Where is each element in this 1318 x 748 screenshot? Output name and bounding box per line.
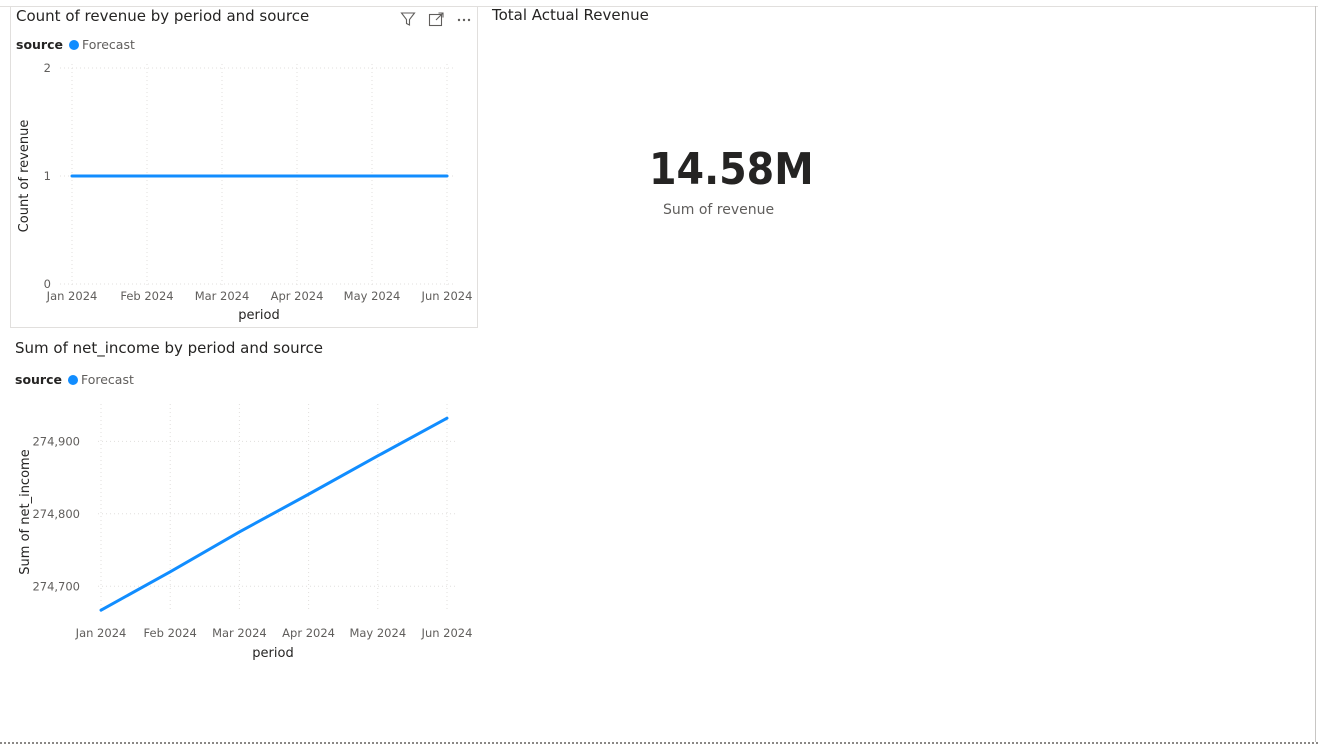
net-income-plot: 274,700 274,800 274,900 Jan 2024 Feb 2024 Mar… bbox=[18, 404, 473, 661]
x-axis-title: period bbox=[252, 646, 293, 661]
x-tick-label: Jun 2024 bbox=[421, 626, 473, 640]
chart-legend: source Forecast bbox=[15, 372, 134, 387]
report-canvas-edge bbox=[1315, 6, 1316, 742]
x-tick-label: Jan 2024 bbox=[46, 289, 98, 303]
data-point[interactable] bbox=[304, 489, 314, 499]
legend-title: source bbox=[15, 372, 62, 387]
data-point[interactable] bbox=[142, 171, 152, 181]
chart-title: Sum of net_income by period and source bbox=[15, 339, 323, 357]
x-tick-label: Apr 2024 bbox=[271, 289, 324, 303]
y-tick-label: 2 bbox=[44, 61, 51, 75]
y-tick-label: 274,800 bbox=[32, 507, 80, 521]
legend-item-forecast[interactable]: Forecast bbox=[81, 372, 134, 387]
series-line-forecast[interactable] bbox=[99, 416, 449, 612]
x-tick-label: May 2024 bbox=[349, 626, 406, 640]
x-tick-label: Apr 2024 bbox=[282, 626, 335, 640]
x-tick-label: Mar 2024 bbox=[195, 289, 250, 303]
data-point[interactable] bbox=[96, 605, 106, 615]
data-point[interactable] bbox=[367, 171, 377, 181]
data-point[interactable] bbox=[217, 171, 227, 181]
visual-header bbox=[399, 10, 473, 28]
y-tick-label: 274,700 bbox=[32, 579, 80, 593]
y-tick-label: 274,900 bbox=[32, 434, 80, 448]
x-tick-label: Feb 2024 bbox=[120, 289, 173, 303]
data-point[interactable] bbox=[442, 171, 452, 181]
x-tick-label: Jan 2024 bbox=[75, 626, 127, 640]
x-tick-label: May 2024 bbox=[344, 289, 401, 303]
y-tick-label: 1 bbox=[44, 169, 51, 183]
legend-marker bbox=[67, 374, 78, 385]
y-axis-title: Sum of net_income bbox=[18, 449, 33, 574]
total-actual-revenue-card[interactable]: Total Actual Revenue 14.58M Sum of reven… bbox=[486, 6, 956, 326]
x-tick-label: Feb 2024 bbox=[144, 626, 197, 640]
revenue-count-plot: 012Jan 2024 Feb 2024 Mar 2024 Apr 2024 May 2… bbox=[17, 61, 473, 323]
data-point[interactable] bbox=[234, 527, 244, 537]
x-axis-title: period bbox=[238, 308, 279, 323]
x-tick-label: Jun 2024 bbox=[421, 289, 473, 303]
card-title: Total Actual Revenue bbox=[492, 6, 649, 24]
data-point[interactable] bbox=[442, 413, 452, 423]
data-point[interactable] bbox=[165, 567, 175, 577]
data-point[interactable] bbox=[67, 171, 77, 181]
x-tick-label: Mar 2024 bbox=[212, 626, 267, 640]
card-label: Sum of revenue bbox=[663, 202, 775, 218]
y-axis-title: Count of revenue bbox=[17, 120, 32, 233]
data-point[interactable] bbox=[373, 451, 383, 461]
more-options-icon[interactable] bbox=[455, 10, 473, 28]
page-boundary bbox=[0, 742, 1318, 744]
card-value: 14.58M bbox=[649, 144, 814, 195]
data-point[interactable] bbox=[292, 171, 302, 181]
focus-mode-icon[interactable] bbox=[427, 10, 445, 28]
chart-title: Count of revenue by period and source bbox=[16, 7, 310, 25]
legend-marker bbox=[68, 39, 79, 50]
filter-icon[interactable] bbox=[399, 10, 417, 28]
